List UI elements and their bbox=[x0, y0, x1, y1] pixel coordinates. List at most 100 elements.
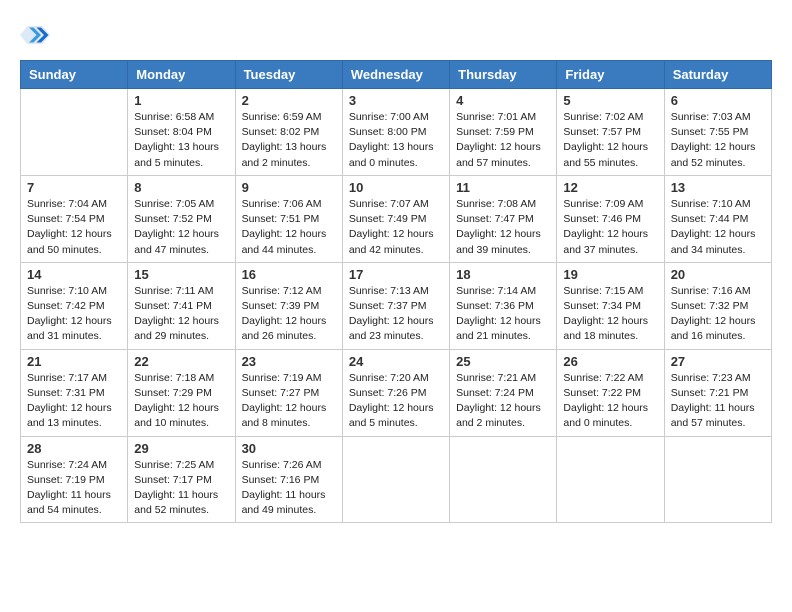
page-header bbox=[20, 20, 772, 50]
calendar-cell: 29 Sunrise: 7:25 AMSunset: 7:17 PMDayligh… bbox=[128, 436, 235, 523]
day-number: 22 bbox=[134, 354, 228, 369]
day-number: 16 bbox=[242, 267, 336, 282]
day-info: Sunrise: 7:03 AMSunset: 7:55 PMDaylight:… bbox=[671, 110, 765, 171]
calendar-header-row: SundayMondayTuesdayWednesdayThursdayFrid… bbox=[21, 61, 772, 89]
calendar-week-row: 1Sunrise: 6:58 AMSunset: 8:04 PMDaylight… bbox=[21, 89, 772, 176]
calendar-cell: 9Sunrise: 7:06 AMSunset: 7:51 PMDaylight… bbox=[235, 175, 342, 262]
day-info: Sunrise: 7:17 AMSunset: 7:31 PMDaylight:… bbox=[27, 371, 121, 432]
column-header-sunday: Sunday bbox=[21, 61, 128, 89]
calendar-cell: 17 Sunrise: 7:13 AMSunset: 7:37 PMDayligh… bbox=[342, 262, 449, 349]
calendar-cell: 24Sunrise: 7:20 AMSunset: 7:26 PMDayligh… bbox=[342, 349, 449, 436]
day-info: Sunrise: 7:04 AMSunset: 7:54 PMDaylight:… bbox=[27, 197, 121, 258]
column-header-thursday: Thursday bbox=[450, 61, 557, 89]
column-header-monday: Monday bbox=[128, 61, 235, 89]
calendar-cell: 28 Sunrise: 7:24 AMSunset: 7:19 PMDayligh… bbox=[21, 436, 128, 523]
column-header-saturday: Saturday bbox=[664, 61, 771, 89]
day-number: 13 bbox=[671, 180, 765, 195]
day-info: Sunrise: 7:21 AMSunset: 7:24 PMDaylight:… bbox=[456, 371, 550, 432]
day-info: Sunrise: 7:11 AMSunset: 7:41 PMDaylight:… bbox=[134, 284, 228, 345]
day-number: 25 bbox=[456, 354, 550, 369]
calendar-cell: 4 Sunrise: 7:01 AMSunset: 7:59 PMDaylight… bbox=[450, 89, 557, 176]
logo-icon bbox=[20, 20, 50, 50]
day-number: 21 bbox=[27, 354, 121, 369]
calendar-cell: 11Sunrise: 7:08 AMSunset: 7:47 PMDayligh… bbox=[450, 175, 557, 262]
calendar-cell bbox=[557, 436, 664, 523]
day-info: Sunrise: 7:12 AMSunset: 7:39 PMDaylight:… bbox=[242, 284, 336, 345]
calendar-cell: 8 Sunrise: 7:05 AMSunset: 7:52 PMDaylight… bbox=[128, 175, 235, 262]
day-number: 12 bbox=[563, 180, 657, 195]
calendar-week-row: 14Sunrise: 7:10 AMSunset: 7:42 PMDayligh… bbox=[21, 262, 772, 349]
day-number: 19 bbox=[563, 267, 657, 282]
calendar-cell: 21 Sunrise: 7:17 AMSunset: 7:31 PMDayligh… bbox=[21, 349, 128, 436]
calendar-cell: 19 Sunrise: 7:15 AMSunset: 7:34 PMDayligh… bbox=[557, 262, 664, 349]
day-number: 30 bbox=[242, 441, 336, 456]
day-number: 26 bbox=[563, 354, 657, 369]
day-info: Sunrise: 7:20 AMSunset: 7:26 PMDaylight:… bbox=[349, 371, 443, 432]
day-number: 17 bbox=[349, 267, 443, 282]
day-number: 2 bbox=[242, 93, 336, 108]
calendar-cell: 26 Sunrise: 7:22 AMSunset: 7:22 PMDayligh… bbox=[557, 349, 664, 436]
day-number: 5 bbox=[563, 93, 657, 108]
calendar-cell bbox=[450, 436, 557, 523]
calendar-cell: 14Sunrise: 7:10 AMSunset: 7:42 PMDayligh… bbox=[21, 262, 128, 349]
day-number: 28 bbox=[27, 441, 121, 456]
calendar-cell bbox=[342, 436, 449, 523]
column-header-friday: Friday bbox=[557, 61, 664, 89]
calendar-cell: 18Sunrise: 7:14 AMSunset: 7:36 PMDayligh… bbox=[450, 262, 557, 349]
calendar-cell: 7 Sunrise: 7:04 AMSunset: 7:54 PMDaylight… bbox=[21, 175, 128, 262]
calendar-cell: 10Sunrise: 7:07 AMSunset: 7:49 PMDayligh… bbox=[342, 175, 449, 262]
day-info: Sunrise: 7:23 AMSunset: 7:21 PMDaylight:… bbox=[671, 371, 765, 432]
column-header-tuesday: Tuesday bbox=[235, 61, 342, 89]
calendar-cell: 3Sunrise: 7:00 AMSunset: 8:00 PMDaylight… bbox=[342, 89, 449, 176]
day-info: Sunrise: 7:10 AMSunset: 7:42 PMDaylight:… bbox=[27, 284, 121, 345]
calendar-cell: 13 Sunrise: 7:10 AMSunset: 7:44 PMDayligh… bbox=[664, 175, 771, 262]
day-info: Sunrise: 7:06 AMSunset: 7:51 PMDaylight:… bbox=[242, 197, 336, 258]
calendar-cell: 15 Sunrise: 7:11 AMSunset: 7:41 PMDayligh… bbox=[128, 262, 235, 349]
day-number: 18 bbox=[456, 267, 550, 282]
day-info: Sunrise: 7:09 AMSunset: 7:46 PMDaylight:… bbox=[563, 197, 657, 258]
day-info: Sunrise: 7:05 AMSunset: 7:52 PMDaylight:… bbox=[134, 197, 228, 258]
day-info: Sunrise: 7:13 AMSunset: 7:37 PMDaylight:… bbox=[349, 284, 443, 345]
day-info: Sunrise: 7:10 AMSunset: 7:44 PMDaylight:… bbox=[671, 197, 765, 258]
day-info: Sunrise: 7:02 AMSunset: 7:57 PMDaylight:… bbox=[563, 110, 657, 171]
calendar-cell: 5 Sunrise: 7:02 AMSunset: 7:57 PMDaylight… bbox=[557, 89, 664, 176]
day-info: Sunrise: 7:07 AMSunset: 7:49 PMDaylight:… bbox=[349, 197, 443, 258]
calendar-week-row: 28 Sunrise: 7:24 AMSunset: 7:19 PMDayligh… bbox=[21, 436, 772, 523]
day-number: 8 bbox=[134, 180, 228, 195]
day-info: Sunrise: 7:00 AMSunset: 8:00 PMDaylight:… bbox=[349, 110, 443, 171]
calendar-week-row: 21 Sunrise: 7:17 AMSunset: 7:31 PMDayligh… bbox=[21, 349, 772, 436]
day-number: 20 bbox=[671, 267, 765, 282]
calendar-cell bbox=[21, 89, 128, 176]
day-info: Sunrise: 6:59 AMSunset: 8:02 PMDaylight:… bbox=[242, 110, 336, 171]
day-info: Sunrise: 7:18 AMSunset: 7:29 PMDaylight:… bbox=[134, 371, 228, 432]
column-header-wednesday: Wednesday bbox=[342, 61, 449, 89]
calendar-table: SundayMondayTuesdayWednesdayThursdayFrid… bbox=[20, 60, 772, 523]
calendar-cell: 25 Sunrise: 7:21 AMSunset: 7:24 PMDayligh… bbox=[450, 349, 557, 436]
day-info: Sunrise: 6:58 AMSunset: 8:04 PMDaylight:… bbox=[134, 110, 228, 171]
day-number: 4 bbox=[456, 93, 550, 108]
day-info: Sunrise: 7:24 AMSunset: 7:19 PMDaylight:… bbox=[27, 458, 121, 519]
calendar-cell: 23 Sunrise: 7:19 AMSunset: 7:27 PMDayligh… bbox=[235, 349, 342, 436]
day-number: 27 bbox=[671, 354, 765, 369]
day-info: Sunrise: 7:15 AMSunset: 7:34 PMDaylight:… bbox=[563, 284, 657, 345]
day-info: Sunrise: 7:26 AMSunset: 7:16 PMDaylight:… bbox=[242, 458, 336, 519]
calendar-cell: 2 Sunrise: 6:59 AMSunset: 8:02 PMDaylight… bbox=[235, 89, 342, 176]
calendar-cell: 16 Sunrise: 7:12 AMSunset: 7:39 PMDayligh… bbox=[235, 262, 342, 349]
day-number: 23 bbox=[242, 354, 336, 369]
day-number: 7 bbox=[27, 180, 121, 195]
logo bbox=[20, 20, 54, 50]
calendar-cell bbox=[664, 436, 771, 523]
day-number: 6 bbox=[671, 93, 765, 108]
calendar-cell: 20 Sunrise: 7:16 AMSunset: 7:32 PMDayligh… bbox=[664, 262, 771, 349]
day-info: Sunrise: 7:08 AMSunset: 7:47 PMDaylight:… bbox=[456, 197, 550, 258]
day-info: Sunrise: 7:01 AMSunset: 7:59 PMDaylight:… bbox=[456, 110, 550, 171]
calendar-week-row: 7 Sunrise: 7:04 AMSunset: 7:54 PMDaylight… bbox=[21, 175, 772, 262]
day-info: Sunrise: 7:25 AMSunset: 7:17 PMDaylight:… bbox=[134, 458, 228, 519]
day-info: Sunrise: 7:16 AMSunset: 7:32 PMDaylight:… bbox=[671, 284, 765, 345]
day-info: Sunrise: 7:19 AMSunset: 7:27 PMDaylight:… bbox=[242, 371, 336, 432]
day-number: 29 bbox=[134, 441, 228, 456]
day-number: 15 bbox=[134, 267, 228, 282]
day-info: Sunrise: 7:22 AMSunset: 7:22 PMDaylight:… bbox=[563, 371, 657, 432]
calendar-cell: 30 Sunrise: 7:26 AMSunset: 7:16 PMDayligh… bbox=[235, 436, 342, 523]
calendar-cell: 6 Sunrise: 7:03 AMSunset: 7:55 PMDaylight… bbox=[664, 89, 771, 176]
